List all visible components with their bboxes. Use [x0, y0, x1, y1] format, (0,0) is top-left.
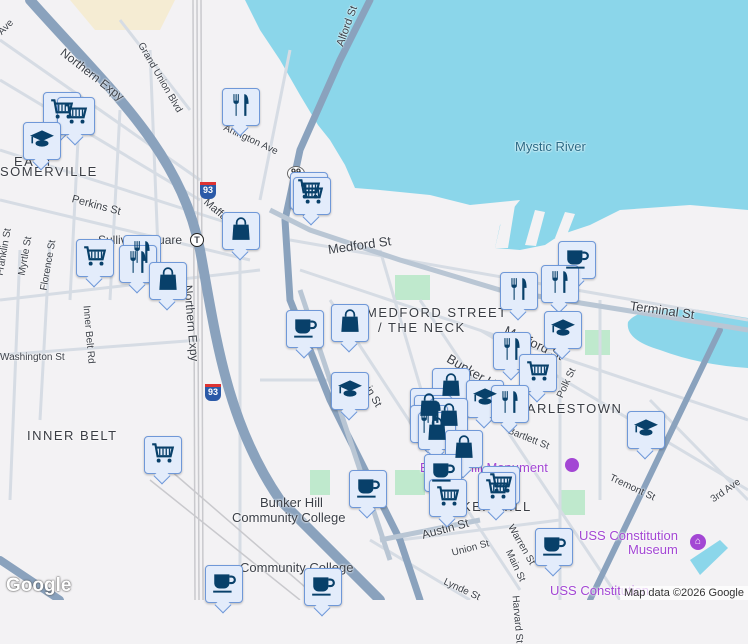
shopping-cart-icon: [63, 101, 89, 132]
school-icon: [29, 126, 55, 157]
restaurant-icon: [497, 389, 523, 420]
school-icon: [633, 415, 659, 446]
bhcc-label-2: Community College: [232, 510, 346, 525]
map-marker-coffee[interactable]: [349, 470, 387, 508]
map-marker-restaurant[interactable]: [491, 385, 529, 423]
map-marker-coffee[interactable]: [535, 528, 573, 566]
map-marker-coffee[interactable]: [304, 568, 342, 606]
harvard-st-label: Harvard St: [509, 595, 525, 644]
map-marker-coffee[interactable]: [286, 310, 324, 348]
coffee-icon: [292, 314, 318, 345]
map-attribution[interactable]: Map data ©2026 Google: [619, 586, 748, 600]
map-marker-shopping-cart[interactable]: [429, 479, 467, 517]
washington-st-label: Washington St: [0, 352, 65, 363]
shopping-cart-icon: [484, 476, 510, 507]
coffee-icon: [355, 474, 381, 505]
uss-constitution-museum-label-2[interactable]: Museum: [628, 542, 678, 557]
east-somerville-label-2: SOMERVILLE: [0, 164, 98, 179]
shopping-cart-icon: [435, 483, 461, 514]
restaurant-icon: [125, 249, 151, 280]
map-marker-restaurant[interactable]: [541, 265, 579, 303]
map-marker-school[interactable]: [627, 411, 665, 449]
restaurant-icon: [228, 92, 254, 123]
school-icon: [550, 315, 576, 346]
google-logo[interactable]: Google: [6, 575, 71, 597]
coffee-icon: [541, 532, 567, 563]
shopping-cart-icon: [525, 358, 551, 389]
inner-belt-label: INNER BELT: [27, 428, 118, 443]
map-marker-shopping-bag[interactable]: [331, 304, 369, 342]
bhcc-label-1: Bunker Hill: [260, 495, 323, 510]
map-marker-coffee[interactable]: [205, 565, 243, 603]
coffee-icon: [211, 569, 237, 600]
map-marker-shopping-cart[interactable]: [144, 436, 182, 474]
mystic-river-label: Mystic River: [515, 139, 586, 154]
map-marker-school[interactable]: [23, 122, 61, 160]
neighborhood-label-neck-2: / THE NECK: [378, 320, 466, 335]
shopping-cart-icon: [299, 181, 325, 212]
shopping-cart-icon: [150, 440, 176, 471]
map-marker-restaurant[interactable]: [222, 88, 260, 126]
map-marker-restaurant[interactable]: [500, 272, 538, 310]
restaurant-icon: [506, 276, 532, 307]
neighborhood-label-neck-1: MEDFORD STREET: [366, 305, 508, 320]
map-marker-school[interactable]: [331, 372, 369, 410]
museum-icon[interactable]: ⌂: [690, 534, 706, 550]
restaurant-icon: [547, 269, 573, 300]
map-marker-school[interactable]: [544, 311, 582, 349]
uss-constitution-museum-label-1[interactable]: USS Constitution: [579, 528, 678, 543]
coffee-icon: [310, 572, 336, 603]
interstate-93-shield: 93: [200, 182, 216, 199]
shopping-cart-icon: [82, 243, 108, 274]
interstate-93-shield-2: 93: [205, 384, 221, 401]
map-marker-shopping-cart[interactable]: [57, 97, 95, 135]
shopping-bag-icon: [155, 266, 181, 297]
school-icon: [337, 376, 363, 407]
map-marker-shopping-cart[interactable]: [76, 239, 114, 277]
shopping-bag-icon: [337, 308, 363, 339]
map-marker-shopping-cart[interactable]: [293, 177, 331, 215]
monument-icon[interactable]: [565, 458, 579, 472]
map-marker-shopping-bag[interactable]: [222, 212, 260, 250]
transit-station-icon[interactable]: T: [190, 233, 204, 247]
map-marker-shopping-bag[interactable]: [149, 262, 187, 300]
shopping-bag-icon: [228, 216, 254, 247]
